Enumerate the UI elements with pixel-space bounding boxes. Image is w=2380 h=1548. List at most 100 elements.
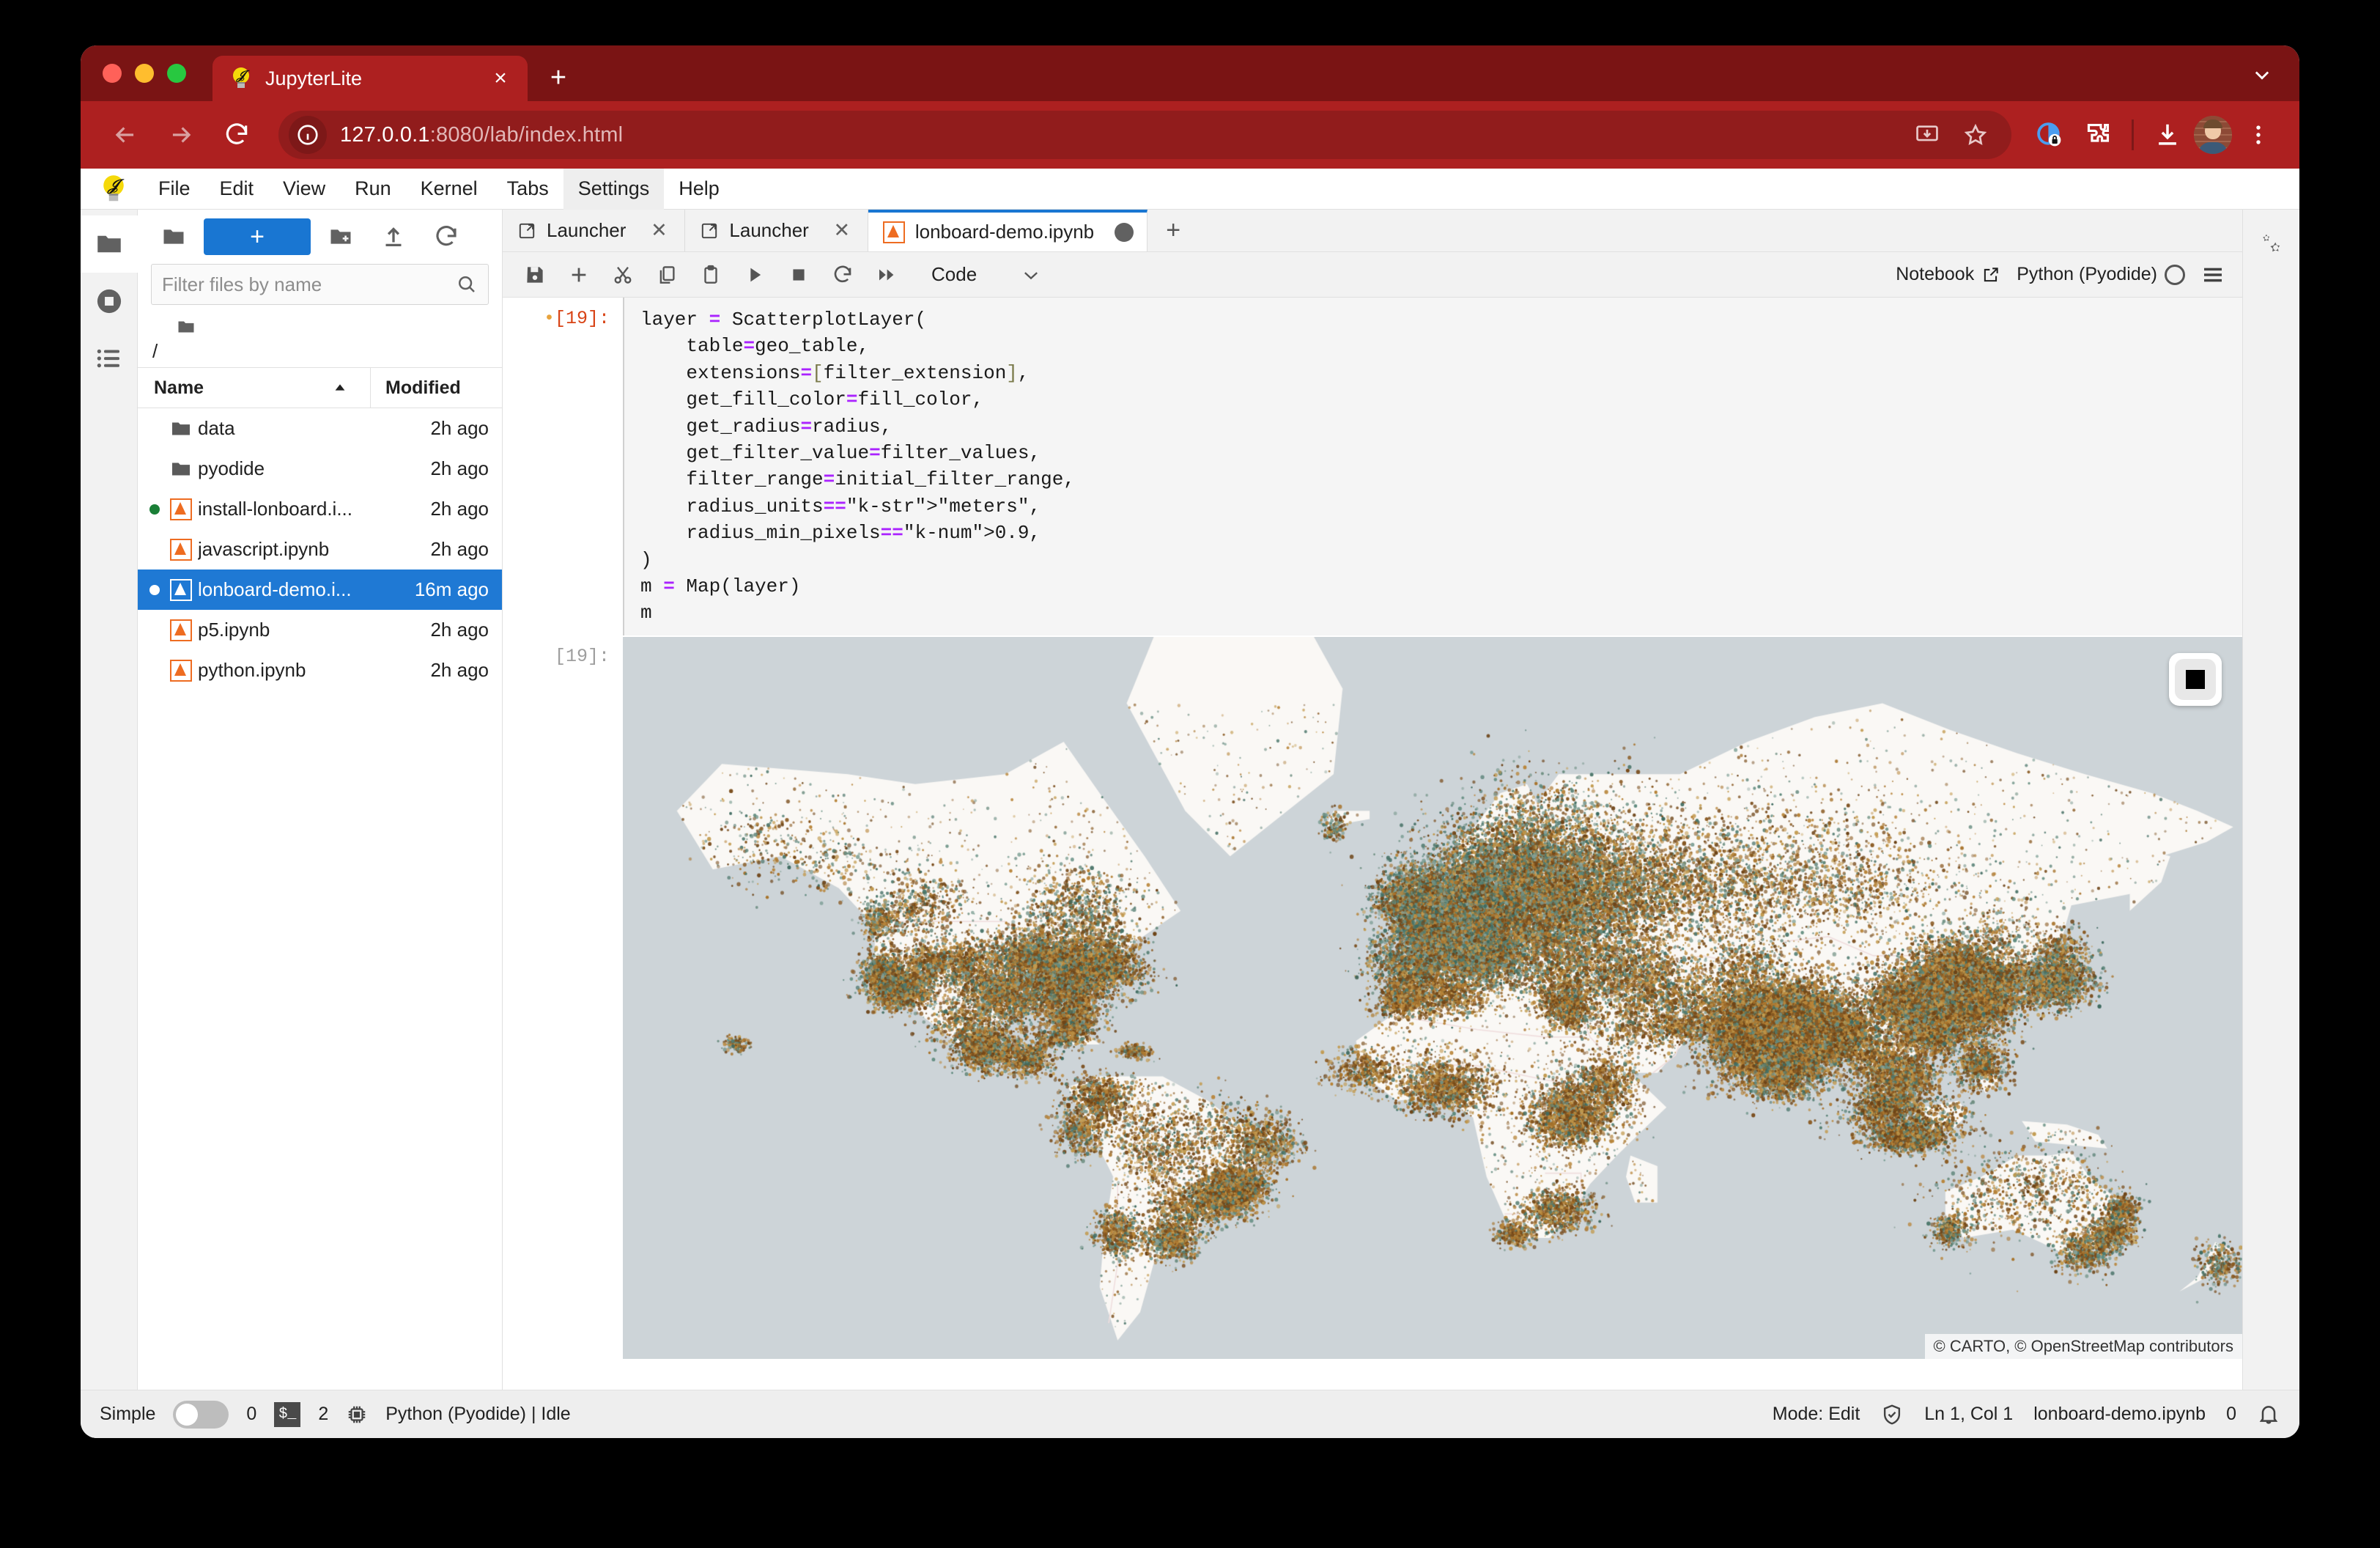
edit-mode-label[interactable]: Mode: Edit	[1773, 1404, 1860, 1425]
search-input[interactable]	[162, 273, 448, 296]
breadcrumb-home-icon[interactable]	[151, 315, 489, 339]
kernel-indicator[interactable]: Python (Pyodide)	[2017, 264, 2185, 285]
downloads-icon[interactable]	[2146, 113, 2189, 157]
refresh-icon[interactable]	[424, 216, 469, 257]
sort-ascending-icon[interactable]	[332, 380, 348, 396]
file-list-item[interactable]: python.ipynb 2h ago	[138, 650, 502, 690]
file-list-item[interactable]: javascript.ipynb 2h ago	[138, 529, 502, 570]
menu-run[interactable]: Run	[340, 169, 406, 210]
dock-tab[interactable]: Launcher ✕	[685, 210, 868, 251]
map-attribution[interactable]: © CARTO, © OpenStreetMap contributors	[1924, 1333, 2242, 1359]
lonboard-map-widget[interactable]: © CARTO, © OpenStreetMap contributors	[623, 636, 2242, 1359]
minimize-window-button[interactable]	[135, 64, 154, 83]
notebook-kernel-switcher[interactable]: Notebook	[1896, 264, 2000, 285]
close-icon[interactable]: ✕	[829, 218, 854, 243]
column-header-name[interactable]: Name	[138, 377, 370, 399]
new-folder-icon[interactable]	[318, 216, 363, 257]
new-launcher-button[interactable]: +	[204, 218, 311, 255]
simple-mode-toggle[interactable]	[173, 1400, 229, 1429]
dock-tab[interactable]: Launcher ✕	[503, 210, 686, 251]
menu-tabs[interactable]: Tabs	[492, 169, 563, 210]
privacy-lock-icon[interactable]	[2028, 113, 2072, 157]
run-icon[interactable]	[734, 256, 775, 294]
chevron-down-icon[interactable]	[1021, 265, 1041, 285]
chevron-down-icon[interactable]	[2244, 59, 2280, 91]
cpu-chip-icon[interactable]	[346, 1404, 368, 1426]
cursor-position[interactable]: Ln 1, Col 1	[1924, 1404, 2013, 1425]
menu-edit[interactable]: Edit	[205, 169, 269, 210]
file-list-item[interactable]: lonboard-demo.i... 16m ago	[138, 570, 502, 610]
breadcrumb-path[interactable]: /	[151, 340, 489, 363]
notebook-icon	[164, 498, 198, 520]
copy-icon[interactable]	[646, 256, 687, 294]
maximize-window-button[interactable]	[167, 64, 186, 83]
main-dock-area: Launcher ✕ Launcher ✕ lonboard-demo.ipynb +	[503, 210, 2242, 1390]
browser-tab[interactable]: 𝒥 JupyterLite ×	[212, 56, 528, 101]
search-icon[interactable]	[456, 273, 478, 295]
hamburger-icon[interactable]	[2201, 263, 2225, 287]
upload-icon[interactable]	[371, 216, 416, 257]
new-tab-button[interactable]: +	[538, 57, 579, 98]
kernels-count[interactable]: 2	[318, 1404, 328, 1425]
notifications-count[interactable]: 0	[2226, 1404, 2236, 1425]
restart-run-all-icon[interactable]	[866, 256, 907, 294]
file-status-dot	[145, 504, 164, 515]
launcher-icon	[700, 221, 719, 240]
code-editor[interactable]: layer = ScatterplotLayer( table=geo_tabl…	[623, 298, 2242, 635]
add-dock-tab-button[interactable]: +	[1148, 210, 1199, 251]
sidebar-item-property-inspector[interactable]	[2243, 217, 2300, 274]
window-traffic-lights	[103, 45, 212, 101]
bell-icon[interactable]	[2257, 1403, 2280, 1426]
sidebar-item-table-of-contents[interactable]	[81, 330, 138, 387]
unsaved-changes-dot[interactable]	[1115, 222, 1134, 242]
reload-icon[interactable]	[211, 109, 262, 161]
map-canvas[interactable]	[623, 636, 2242, 1359]
code-text[interactable]: layer = ScatterplotLayer( table=geo_tabl…	[640, 306, 2242, 627]
user-avatar[interactable]	[2194, 116, 2232, 154]
dock-tab[interactable]: lonboard-demo.ipynb	[868, 210, 1148, 251]
file-list-item[interactable]: install-lonboard.i... 2h ago	[138, 489, 502, 529]
url-text: 127.0.0.1:8080/lab/index.html	[340, 122, 624, 147]
sidebar-item-file-browser[interactable]	[81, 215, 138, 273]
restart-icon[interactable]	[822, 256, 863, 294]
fullscreen-toggle-icon[interactable]	[2169, 652, 2222, 706]
stop-icon[interactable]	[778, 256, 819, 294]
sidebar-item-running-sessions[interactable]	[81, 273, 138, 330]
forward-arrow-icon[interactable]	[155, 109, 207, 161]
notebook-code-cell[interactable]: •[19]: layer = ScatterplotLayer( table=g…	[503, 298, 2242, 635]
save-icon[interactable]	[514, 256, 555, 294]
notebook-label: Notebook	[1896, 264, 1975, 284]
close-icon[interactable]: ×	[487, 64, 514, 92]
menu-help[interactable]: Help	[664, 169, 734, 210]
browser-tab-strip: 𝒥 JupyterLite × +	[81, 45, 2299, 101]
file-list-item[interactable]: data 2h ago	[138, 408, 502, 449]
close-window-button[interactable]	[103, 64, 122, 83]
terminals-count[interactable]: 0	[246, 1404, 256, 1425]
close-icon[interactable]: ✕	[646, 218, 671, 243]
external-link-icon[interactable]	[1981, 265, 2000, 284]
browser-menu-icon[interactable]	[2236, 113, 2280, 157]
breadcrumb[interactable]: /	[138, 305, 502, 367]
extensions-puzzle-icon[interactable]	[2076, 113, 2120, 157]
menu-file[interactable]: File	[144, 169, 205, 210]
cell-type-select[interactable]: Code	[923, 257, 1049, 292]
trusted-shield-icon[interactable]	[1880, 1403, 1904, 1426]
menu-settings[interactable]: Settings	[563, 168, 665, 210]
info-circle-icon[interactable]	[289, 116, 327, 154]
url-bar[interactable]: 127.0.0.1:8080/lab/index.html	[278, 111, 2011, 159]
bookmark-star-icon[interactable]	[1956, 115, 1995, 155]
back-arrow-icon[interactable]	[100, 109, 151, 161]
cell-modified-dot: •	[543, 308, 555, 329]
paste-icon[interactable]	[690, 256, 731, 294]
file-filter-box[interactable]	[151, 264, 489, 305]
menu-kernel[interactable]: Kernel	[406, 169, 492, 210]
kernel-status-text[interactable]: Python (Pyodide) | Idle	[385, 1404, 570, 1425]
menu-view[interactable]: View	[268, 169, 340, 210]
column-header-modified[interactable]: Modified	[370, 368, 502, 408]
file-list-item[interactable]: pyodide 2h ago	[138, 449, 502, 489]
install-app-icon[interactable]	[1907, 115, 1947, 155]
insert-cell-icon[interactable]	[558, 256, 599, 294]
cut-icon[interactable]	[602, 256, 643, 294]
file-list-item[interactable]: p5.ipynb 2h ago	[138, 610, 502, 650]
terminal-icon[interactable]: $_	[274, 1401, 301, 1427]
